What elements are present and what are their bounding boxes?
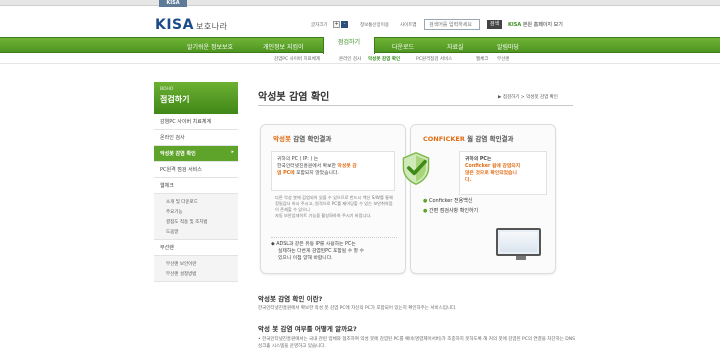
gnb-item-archive[interactable]: 자료실 [447, 42, 464, 51]
conficker-vaccine-link[interactable]: ● Conficker 전용백신 [423, 197, 472, 204]
conficker-line4: 다. [465, 178, 472, 183]
gnb-item-download[interactable]: 다운로드 [392, 42, 414, 51]
font-plus-button[interactable]: + [333, 21, 340, 28]
breadcrumb-sep: > [520, 95, 525, 100]
logo-sub: 보호나라 [195, 22, 228, 31]
conficker-result-title: CONFICKER 웜 감염 확인결과 [423, 133, 514, 143]
logo-text: KISA [155, 17, 194, 33]
lnb-item-online[interactable]: 온라인 검사 [154, 130, 238, 146]
lnb-sub-item[interactable]: 결점도 적용 및 조치법 [166, 217, 232, 227]
lnb-item-remote[interactable]: PC원격 점검 서비스 [154, 162, 238, 178]
font-minus-button[interactable]: - [341, 21, 348, 28]
global-nav: 알기쉬운 정보보호 개인정보 지킴이 점검하기 다운로드 자료실 알림마당 [0, 37, 720, 54]
bot-result-note: ◆ ADSL과 같은 유동 IP를 사용하는 PC는 실제하는 다른게 감염된P… [271, 237, 397, 262]
breadcrumb: ▶ 점검하기 > 악성봇 감염 확인 [498, 94, 558, 100]
page: KISA KISA보호나라 글자크기 + - 정보통신망이용 사이트맵 검색 K… [0, 0, 720, 353]
left-nav-header: BOHO 점검하기 [154, 82, 238, 114]
lnb-item-bot-check[interactable]: 악성봇 감염 확인 [154, 146, 238, 162]
search-input[interactable] [424, 19, 480, 30]
simple-check-link[interactable]: ● 간편 점검사항 확인하기 [423, 207, 478, 214]
subnav-item-4[interactable]: PC원격점검 서비스 [416, 56, 452, 62]
conficker-line2: Conficker 웜에 감염되지 [465, 164, 521, 169]
conficker-title-rest: 웜 감염 확인결과 [464, 135, 514, 143]
monitor-screen [500, 232, 537, 252]
conficker-result-main: 귀하의 PC는 Conficker 웜에 감염되지 않은 것으로 확인되었습니 … [459, 151, 547, 195]
util-link-sitemap[interactable]: 사이트맵 [400, 22, 417, 28]
search-button[interactable]: 검색 [487, 20, 502, 29]
lnb-webcheck-sub: 소개 및 다운로드 주요기능 결점도 적용 및 조치법 도움말 [154, 194, 238, 240]
note-line1: ◆ ADSL과 같은 유동 IP를 사용하는 PC는 [271, 242, 356, 247]
bot-result-title: 악성봇 감염 확인결과 [273, 133, 331, 143]
section-what-text: 한국인터넷진흥원에서 확보한 악성 봇 감염 PC에 자신의 PC가 포함되어 … [258, 306, 457, 311]
kisa-link-prefix: KISA [508, 22, 522, 28]
site-logo[interactable]: KISA 보호나라 [155, 17, 227, 33]
lnb-sub-item[interactable]: 무선랜 설정방법 [166, 269, 232, 279]
lnb-wireless-sub: 무선랜 보안이란 무선랜 설정방법 [154, 256, 238, 282]
gnb-item-notice[interactable]: 알림마당 [497, 42, 519, 51]
section-what-heading: 악성봇 감염 확인 이란? [258, 295, 323, 303]
lnb-sub-item[interactable]: 무선랜 보안이란 [166, 259, 232, 269]
advice-line1: 다른 악성 봇에 감염되어 있을 수 있으므로 반드시 백신 S/W를 통해 정… [275, 195, 393, 212]
lnb-item-cure[interactable]: 감염PC 사이버 치료체계 [154, 114, 238, 130]
lnb-item-wireless[interactable]: 무선랜 [154, 240, 238, 256]
font-size-label: 글자크기 [311, 23, 328, 28]
title-divider [258, 105, 573, 106]
top-strip [0, 0, 720, 6]
bot-result-title-rest: 감염 확인결과 [290, 135, 332, 143]
shield-check-icon [402, 151, 430, 185]
conficker-line1: 귀하의 PC는 [465, 157, 492, 162]
subnav-item-2[interactable]: 온라인 검사 [339, 56, 361, 62]
lnb-item-webcheck[interactable]: 웹체크 [154, 178, 238, 194]
advice-line2: 자동 보안업데이트 기능을 활성화하여 주시기 바랍니다. [275, 213, 372, 218]
lnb-sub-item[interactable]: 주요기능 [166, 207, 232, 217]
conficker-line3: 않은 것으로 확인되었습니 [465, 171, 517, 176]
kisa-home-link[interactable]: KISA 본원 홈페이지 보기 [508, 21, 563, 28]
gnb-item-info[interactable]: 알기쉬운 정보보호 [187, 42, 233, 51]
subnav-item-6[interactable]: 무선랜 [497, 56, 509, 62]
subnav-item-3[interactable]: 악성봇 감염 확인 [368, 56, 400, 62]
bot-result-main: 귀하의 PC ( IP: ) 는 한국인터넷진흥원에서 확보한 악성봇 감 염 … [271, 151, 395, 191]
sub-nav: 감염PC 사이버 치료체계 온라인 검사 악성봇 감염 확인 PC원격점검 서비… [0, 54, 720, 64]
subnav-item-5[interactable]: 웹체크 [476, 56, 488, 62]
conficker-title-hl: CONFICKER [423, 135, 465, 143]
subnav-item-1[interactable]: 감염PC 사이버 치료체계 [274, 56, 320, 62]
gnb-item-check[interactable]: 점검하기 [323, 37, 375, 54]
lnb-sub-item[interactable]: 소개 및 다운로드 [166, 197, 232, 207]
top-tab-kisa[interactable]: KISA [159, 0, 187, 7]
lnb-sub-item[interactable]: 도움말 [166, 227, 232, 237]
left-nav: BOHO 점검하기 감염PC 사이버 치료체계 온라인 검사 악성봇 감염 확인… [154, 82, 238, 282]
breadcrumb-current: 악성봇 감염 확인 [526, 95, 558, 100]
monitor-illustration [496, 228, 541, 260]
gnb-item-privacy[interactable]: 개인정보 지킴이 [263, 42, 304, 51]
bot-result-box: 악성봇 감염 확인결과 귀하의 PC ( IP: ) 는 한국인터넷진흥원에서 … [260, 124, 406, 274]
bot-result-line2: 한국인터넷진흥원에서 확보한 악성봇 감 [277, 164, 357, 169]
bot-result-line1: 귀하의 PC ( IP: ) 는 [277, 157, 319, 162]
left-nav-header-en: BOHO [160, 87, 174, 92]
bot-result-advice: 다른 악성 봇에 감염되어 있을 수 있으므로 반드시 백신 S/W를 통해 정… [275, 195, 395, 219]
breadcrumb-home[interactable]: ▶ 점검하기 [498, 95, 519, 100]
monitor-stand [516, 256, 526, 260]
util-link-1[interactable]: 정보통신망이용 [360, 22, 389, 28]
left-nav-header-title: 점검하기 [160, 95, 190, 104]
bot-result-line3: 염 PC에 포함되지 않았습니다. [277, 171, 339, 176]
section-how-heading: 악성 봇 감염 여부를 어떻게 알까요? [258, 325, 357, 333]
page-title: 악성봇 감염 확인 [258, 92, 330, 103]
note-line2: 실제하는 다른게 감염된PC 포함될 수 할 수 [278, 249, 365, 254]
bot-result-title-hl: 악성봇 [273, 135, 291, 143]
kisa-link-text: 본원 홈페이지 보기 [522, 22, 563, 28]
note-line3: 있으니 이점 양해 바랍니다. [278, 256, 333, 261]
section-how-text: • 한국인터넷진흥원에서는 국내 관련 업체와 협조하여 악성 봇에 감염된 P… [258, 337, 575, 349]
